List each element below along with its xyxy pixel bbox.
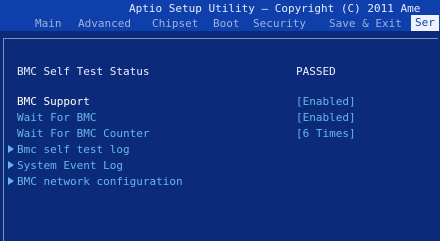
- submenu-label: BMC network configuration: [17, 175, 183, 188]
- submenu-bmc-network-configuration[interactable]: BMC network configuration: [4, 175, 438, 189]
- wait-for-bmc-counter-row[interactable]: Wait For BMC Counter [6 Times]: [4, 127, 438, 141]
- tab-security[interactable]: Security: [253, 17, 306, 30]
- submenu-bmc-self-test-log[interactable]: Bmc self test log: [4, 143, 438, 157]
- bmc-self-test-status-value: PASSED: [296, 65, 336, 78]
- wait-for-bmc-label: Wait For BMC: [17, 111, 97, 124]
- tab-chipset[interactable]: Chipset: [152, 17, 198, 30]
- bmc-support-label: BMC Support: [17, 95, 90, 108]
- wait-for-bmc-counter-label: Wait For BMC Counter: [17, 127, 150, 140]
- bios-setup-screen: Aptio Setup Utility – Copyright (C) 2011…: [0, 0, 440, 241]
- tab-boot[interactable]: Boot: [213, 17, 240, 30]
- submenu-label: System Event Log: [17, 159, 123, 172]
- submenu-arrow-icon: [8, 161, 14, 169]
- bmc-support-row[interactable]: BMC Support [Enabled]: [4, 95, 438, 109]
- submenu-arrow-icon: [8, 177, 14, 185]
- submenu-arrow-icon: [8, 145, 14, 153]
- wait-for-bmc-value[interactable]: [Enabled]: [296, 111, 356, 124]
- tab-advanced[interactable]: Advanced: [78, 17, 131, 30]
- wait-for-bmc-counter-value[interactable]: [6 Times]: [296, 127, 356, 140]
- tab-save-exit[interactable]: Save & Exit: [329, 17, 402, 30]
- tab-main[interactable]: Main: [35, 17, 62, 30]
- bmc-self-test-status-label: BMC Self Test Status: [17, 65, 150, 78]
- settings-panel: BMC Self Test Status PASSED BMC Support …: [3, 38, 438, 241]
- tab-server-mgmt[interactable]: Ser: [411, 15, 439, 31]
- bmc-support-value[interactable]: [Enabled]: [296, 95, 356, 108]
- title-bar: Aptio Setup Utility – Copyright (C) 2011…: [0, 0, 440, 15]
- utility-title: Aptio Setup Utility – Copyright (C) 2011…: [129, 2, 421, 15]
- bmc-self-test-status-row: BMC Self Test Status PASSED: [4, 65, 438, 79]
- submenu-system-event-log[interactable]: System Event Log: [4, 159, 438, 173]
- submenu-label: Bmc self test log: [17, 143, 130, 156]
- wait-for-bmc-row[interactable]: Wait For BMC [Enabled]: [4, 111, 438, 125]
- tab-bar: Main Advanced Chipset Boot Security Save…: [0, 15, 440, 31]
